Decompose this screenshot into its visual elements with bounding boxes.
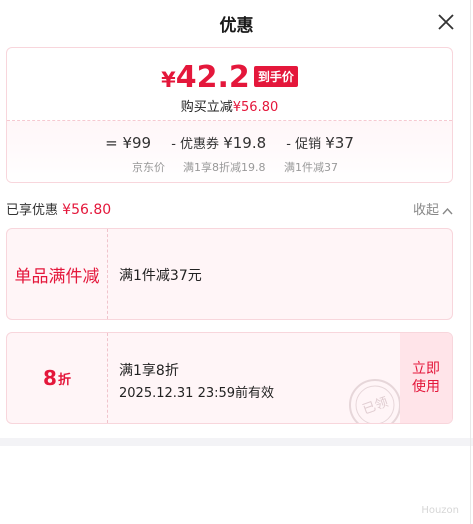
close-icon[interactable]: [437, 13, 455, 31]
final-price: ¥42.2 到手价: [7, 60, 452, 95]
coupon-card: 8折 满1享8折 2025.12.31 23:59前有效 已领 立即使用: [6, 332, 453, 424]
coupon-description: 满1享8折: [119, 363, 179, 379]
coupon-divider: [107, 229, 108, 319]
final-price-tag: 到手价: [253, 66, 298, 87]
price-summary: ¥42.2 到手价 购买立减¥56.80: [7, 48, 452, 120]
promotion-type: 单品满件减: [14, 266, 100, 287]
formula-label-jd: 京东价: [132, 161, 165, 174]
price-formula: = ¥99 - 优惠券 ¥19.8 - 促销 ¥37: [7, 133, 452, 152]
discount-total: 购买立减¥56.80: [7, 96, 452, 115]
price-currency: ¥: [161, 68, 176, 92]
collapse-toggle[interactable]: 收起: [413, 199, 453, 218]
collapse-label: 收起: [412, 203, 439, 218]
page-title: 优惠: [219, 16, 254, 36]
coupon-discount-unit: 折: [57, 372, 71, 388]
claimed-stamp-text: 已领: [361, 395, 391, 418]
coupon-expiry: 2025.12.31 23:59前有效: [119, 386, 275, 401]
formula-label-coupon: 满1享8折减19.8: [183, 161, 266, 174]
footer-divider: [0, 438, 473, 446]
formula-labels: 京东价 满1享8折减19.8 满1件减37: [7, 159, 452, 175]
header: 优惠: [0, 0, 473, 44]
price-breakdown: = ¥99 - 优惠券 ¥19.8 - 促销 ¥37 京东价 满1享8折减19.…: [7, 120, 452, 182]
jd-price: = ¥99: [105, 134, 152, 152]
discount-prefix: 购买立减: [180, 100, 233, 115]
coupon-discount: 8折: [7, 333, 107, 423]
discount-amount: ¥56.80: [232, 100, 279, 115]
coupon-value: ¥19.8: [223, 134, 267, 152]
price-value: 42.2: [175, 60, 250, 95]
chevron-up-icon: [442, 207, 453, 215]
coupon-discount-number: 8: [43, 366, 57, 390]
claimed-stamp-icon: 已领: [349, 379, 401, 423]
scrollbar-edge: [470, 0, 471, 524]
enjoyed-label: 已享优惠: [6, 203, 59, 218]
coupon-divider: [107, 333, 108, 423]
promotion-card: 单品满件减 满1件减37元: [6, 228, 453, 320]
price-card: ¥42.2 到手价 购买立减¥56.80 = ¥99 - 优惠券 ¥19.8 - …: [6, 47, 453, 183]
formula-label-promo: 满1件减37: [284, 161, 338, 174]
use-now-label: 立即使用: [412, 361, 440, 395]
enjoyed-discount: 已享优惠 ¥56.80: [6, 199, 111, 218]
coupon-label: - 优惠券: [171, 137, 220, 152]
promo-label: - 促销: [286, 137, 322, 152]
promotion-description: 满1件减37元: [119, 268, 202, 284]
watermark: Houzon: [421, 505, 459, 516]
enjoyed-amount: ¥56.80: [62, 202, 112, 218]
use-now-button[interactable]: 立即使用: [400, 333, 452, 423]
promo-value: ¥37: [325, 134, 354, 152]
